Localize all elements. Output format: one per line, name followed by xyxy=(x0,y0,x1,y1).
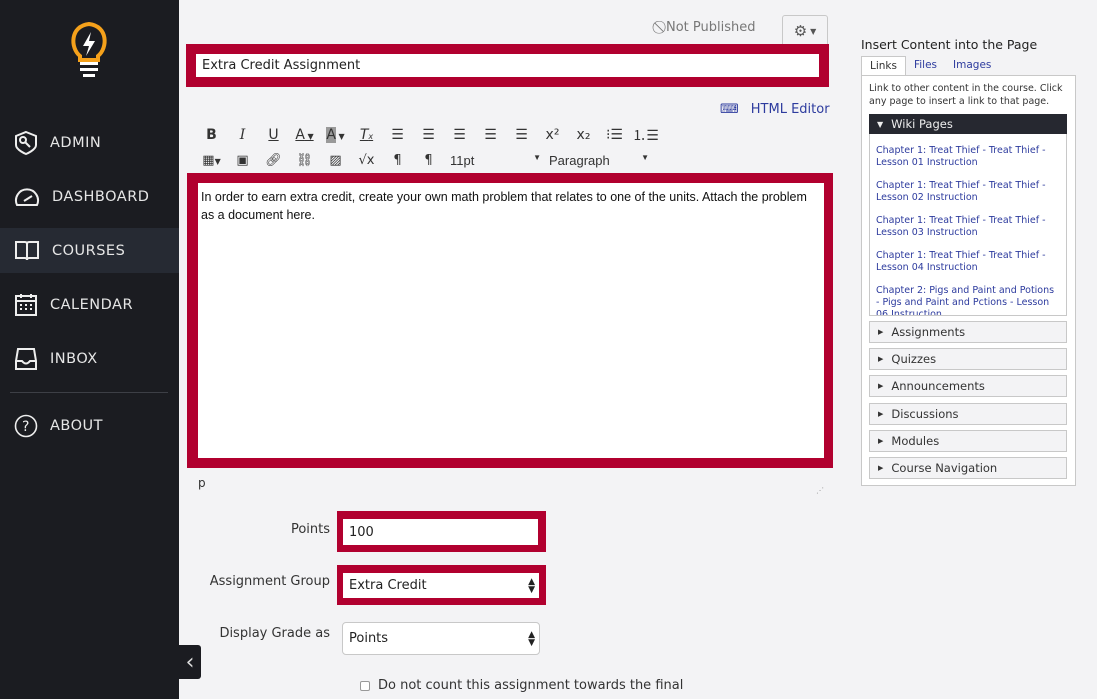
publish-status[interactable]: ⃠Not Published xyxy=(662,20,756,35)
sidebar-item-label: ADMIN xyxy=(50,134,102,151)
image-button[interactable]: ▨ xyxy=(320,153,351,168)
rich-content-editor[interactable] xyxy=(198,183,824,458)
rtl-button[interactable]: ¶ xyxy=(413,153,444,168)
wiki-page-link[interactable]: Chapter 1: Treat Thief - Treat Thief - L… xyxy=(876,145,1060,169)
sidebar-item-label: CALENDAR xyxy=(50,296,134,313)
section-quizzes[interactable]: ▶ Quizzes xyxy=(869,348,1067,370)
tab-links[interactable]: Links xyxy=(861,56,906,75)
align-center-button[interactable]: ☰ xyxy=(413,127,444,143)
wiki-page-link[interactable]: Chapter 1: Treat Thief - Treat Thief - L… xyxy=(876,180,1060,204)
sidebar-item-label: INBOX xyxy=(50,350,98,367)
sidebar-item-label: DASHBOARD xyxy=(52,188,150,205)
section-assignments[interactable]: ▶ Assignments xyxy=(869,321,1067,343)
omit-from-final-checkbox[interactable] xyxy=(360,680,370,691)
settings-menu-button[interactable]: ⚙ ▼ xyxy=(782,15,828,47)
resize-handle-icon[interactable]: ⋰ xyxy=(816,486,824,495)
wiki-page-link[interactable]: Chapter 2: Pigs and Paint and Potions - … xyxy=(876,285,1060,315)
book-icon xyxy=(15,240,39,260)
subscript-button[interactable]: x₂ xyxy=(568,127,599,143)
background-color-button[interactable]: A ▼ xyxy=(320,127,351,143)
editor-content[interactable]: In order to earn extra credit, create yo… xyxy=(201,188,821,224)
assignment-group-select[interactable]: Extra Credit ▲ ▼ xyxy=(343,573,539,598)
bold-button[interactable]: B xyxy=(196,127,227,143)
select-arrows-icon: ▲ ▼ xyxy=(528,576,535,595)
wiki-pages-header[interactable]: ▼ Wiki Pages xyxy=(869,114,1067,134)
wiki-page-link[interactable]: Chapter 1: Treat Thief - Treat Thief - L… xyxy=(876,250,1060,274)
sidebar-item-about[interactable]: ? ABOUT xyxy=(0,403,179,448)
bullet-list-button[interactable]: ⁝☰ xyxy=(599,127,630,143)
collapse-sidebar-button[interactable]: ‹ xyxy=(179,645,201,679)
caret-right-icon: ▶ xyxy=(878,437,884,445)
block-format-select[interactable]: Paragraph ▼ xyxy=(549,153,649,168)
section-discussions[interactable]: ▶ Discussions xyxy=(869,403,1067,425)
font-size-select[interactable]: 11pt ▼ xyxy=(444,153,549,168)
link-button[interactable]: 🔗︎ xyxy=(258,153,289,168)
sidebar-divider xyxy=(10,392,168,393)
outdent-button[interactable]: ☰ xyxy=(475,127,506,143)
editor-toolbar-row1: B I U A ▼ A ▼ Tx ☰ ☰ ☰ ☰ ☰ x² x₂ ⁝☰ ⒈☰ xyxy=(196,125,661,145)
inbox-icon xyxy=(15,347,37,370)
editor-path: p xyxy=(198,476,206,490)
sidebar-item-courses[interactable]: COURSES xyxy=(0,228,179,273)
gear-icon: ⚙ xyxy=(793,22,808,40)
caret-right-icon: ▶ xyxy=(878,382,884,390)
assignment-title-input[interactable]: Extra Credit Assignment xyxy=(196,54,819,77)
caret-right-icon: ▶ xyxy=(878,464,884,472)
caret-right-icon: ▶ xyxy=(878,410,884,418)
caret-right-icon: ▶ xyxy=(878,355,884,363)
clear-formatting-button[interactable]: Tx xyxy=(351,127,382,143)
media-button[interactable]: ▣ xyxy=(227,153,258,168)
tab-files[interactable]: Files xyxy=(906,56,945,75)
points-input[interactable]: 100 xyxy=(343,519,538,545)
section-course-navigation[interactable]: ▶ Course Navigation xyxy=(869,457,1067,479)
unlink-button[interactable]: ⛓︎ xyxy=(289,153,320,168)
italic-button[interactable]: I xyxy=(227,127,258,143)
html-editor-link[interactable]: ⌨ HTML Editor xyxy=(720,102,830,117)
superscript-button[interactable]: x² xyxy=(537,127,568,143)
points-label: Points xyxy=(290,522,330,537)
sidebar-item-inbox[interactable]: INBOX xyxy=(0,336,179,381)
align-left-button[interactable]: ☰ xyxy=(382,127,413,143)
table-button[interactable]: ▦▼ xyxy=(196,153,227,168)
sidebar: ADMIN DASHBOARD COURSES CALENDAR INBOX ?… xyxy=(0,0,179,699)
sidebar-item-label: ABOUT xyxy=(50,417,103,434)
section-announcements[interactable]: ▶ Announcements xyxy=(869,375,1067,397)
wiki-page-link[interactable]: Chapter 1: Treat Thief - Treat Thief - L… xyxy=(876,215,1060,239)
help-circle-icon: ? xyxy=(14,414,38,437)
calendar-icon xyxy=(15,293,37,316)
keyboard-icon: ⌨ xyxy=(720,102,739,117)
lightbulb-logo-icon[interactable] xyxy=(68,18,110,80)
caret-right-icon: ▶ xyxy=(878,328,884,336)
sidebar-item-calendar[interactable]: CALENDAR xyxy=(0,282,179,327)
numbered-list-button[interactable]: ⒈☰ xyxy=(630,125,661,145)
panel-description: Link to other content in the course. Cli… xyxy=(869,83,1063,107)
caret-down-icon: ▼ xyxy=(810,26,817,36)
editor-toolbar-row2: ▦▼ ▣ 🔗︎ ⛓︎ ▨ √x ¶ ¶ 11pt ▼ Paragraph ▼ xyxy=(196,153,649,168)
indent-button[interactable]: ☰ xyxy=(506,127,537,143)
math-button[interactable]: √x xyxy=(351,153,382,168)
chevron-left-icon: ‹ xyxy=(185,649,195,675)
sidebar-item-dashboard[interactable]: DASHBOARD xyxy=(0,174,179,219)
sidebar-item-admin[interactable]: ADMIN xyxy=(0,120,179,165)
panel-title: Insert Content into the Page xyxy=(861,37,1038,52)
omit-from-final-option: Do not count this assignment towards the… xyxy=(360,678,683,693)
section-modules[interactable]: ▶ Modules xyxy=(869,430,1067,452)
display-grade-label: Display Grade as xyxy=(219,626,330,641)
panel-tabs: Links Files Images xyxy=(861,56,999,75)
display-grade-select[interactable]: Points ▲ ▼ xyxy=(342,622,540,655)
wiki-pages-list[interactable]: Chapter 1: Treat Thief - Treat Thief - L… xyxy=(869,134,1067,316)
select-arrows-icon: ▲ ▼ xyxy=(528,629,535,648)
tab-images[interactable]: Images xyxy=(945,56,999,75)
shield-key-icon xyxy=(15,130,37,155)
assignment-group-label: Assignment Group xyxy=(209,574,330,589)
caret-down-icon: ▼ xyxy=(877,119,884,129)
ltr-button[interactable]: ¶ xyxy=(382,153,413,168)
speedometer-icon xyxy=(15,187,39,206)
text-color-button[interactable]: A ▼ xyxy=(289,127,320,143)
underline-button[interactable]: U xyxy=(258,127,289,143)
align-right-button[interactable]: ☰ xyxy=(444,127,475,143)
sidebar-item-label: COURSES xyxy=(52,242,126,259)
svg-text:?: ? xyxy=(22,419,30,435)
